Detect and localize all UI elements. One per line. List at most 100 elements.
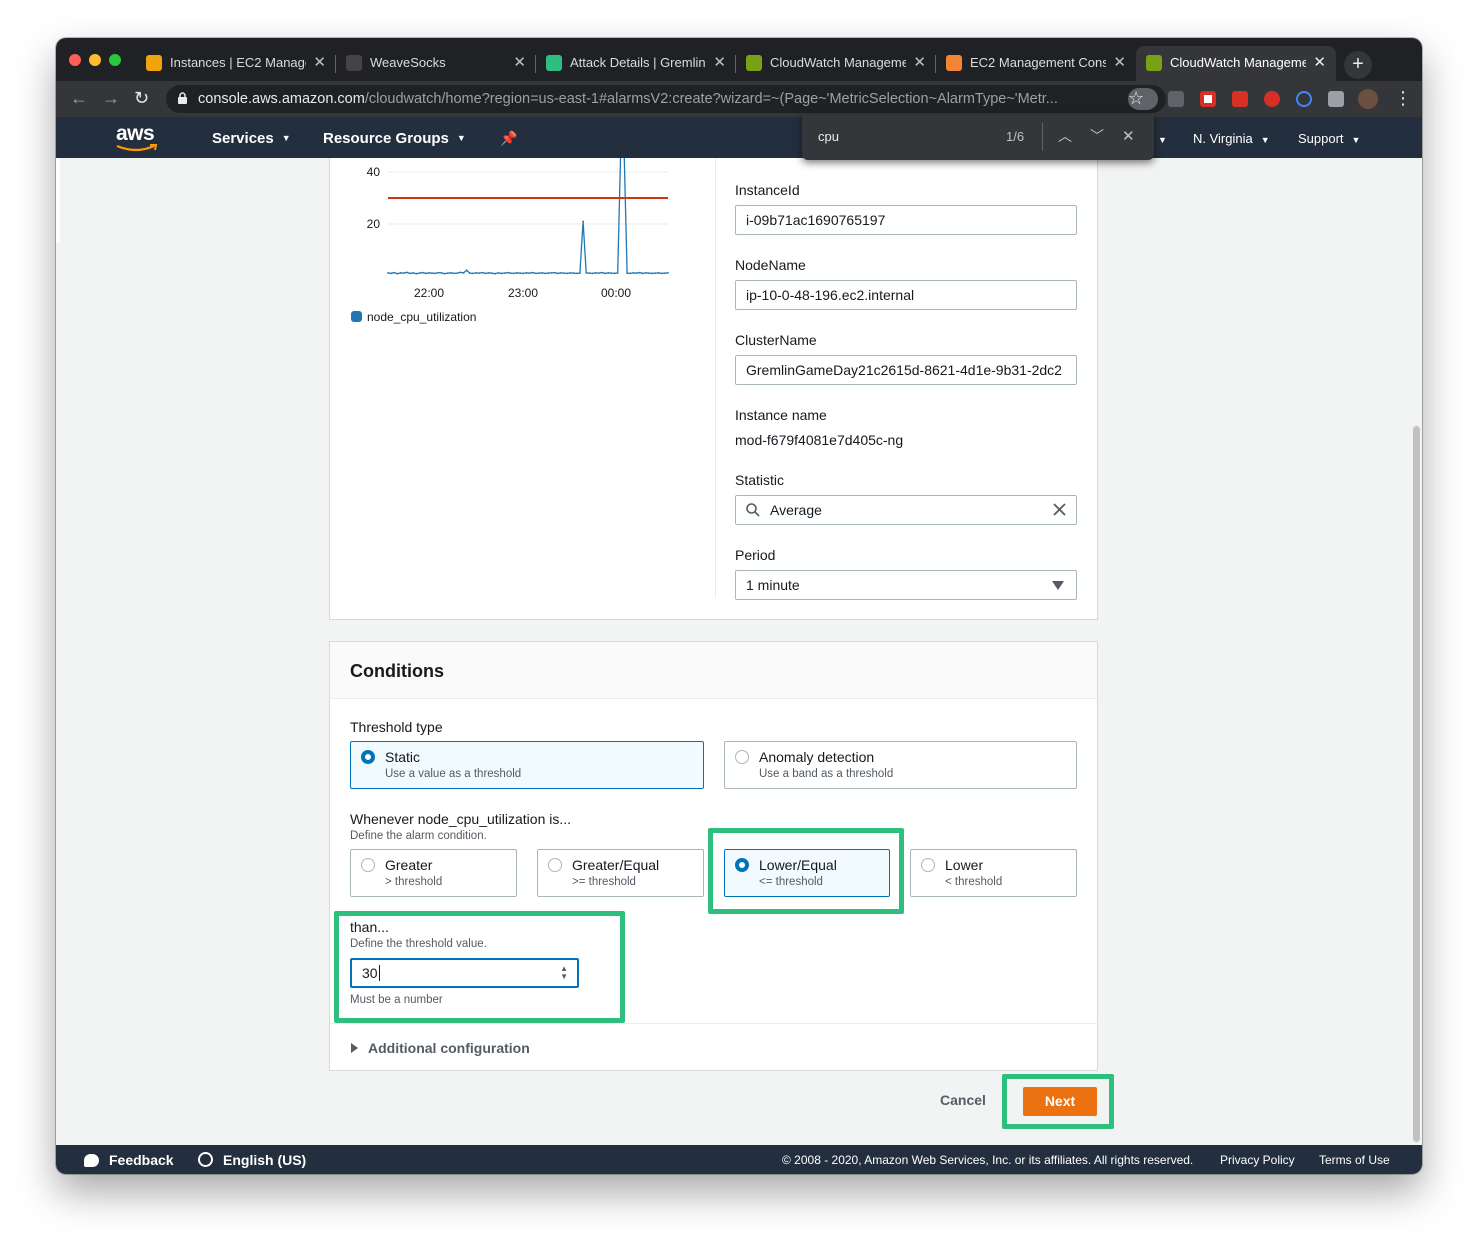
legend-swatch: [351, 311, 362, 322]
series-point: [626, 272, 628, 274]
static-desc: Use a value as a threshold: [385, 768, 522, 780]
back-icon[interactable]: ←: [70, 88, 88, 109]
additional-configuration-toggle[interactable]: Additional configuration: [330, 1023, 1097, 1070]
series-point: [437, 271, 440, 274]
close-tab-icon[interactable]: ✕: [913, 53, 926, 71]
weavesocks-sock-icon: [346, 55, 362, 71]
series-point: [531, 271, 534, 274]
new-tab-button[interactable]: +: [1344, 51, 1372, 79]
series-point: [654, 272, 657, 274]
close-tab-icon[interactable]: ✕: [513, 53, 526, 71]
close-tab-icon[interactable]: ✕: [713, 53, 726, 71]
chevron-down-icon: ▼: [1260, 135, 1270, 145]
speech-bubble-icon: [84, 1154, 99, 1167]
clustername-field[interactable]: GremlinGameDay21c2615d-8621-4d1e-9b31-2d…: [735, 355, 1077, 385]
scrollbar-thumb[interactable]: [1413, 426, 1420, 1142]
series-point: [635, 272, 638, 274]
threshold-type-anomaly[interactable]: Anomaly detection Use a band as a thresh…: [724, 741, 1077, 789]
browser-tab[interactable]: EC2 Management Console ✕: [936, 46, 1136, 81]
series-point: [575, 272, 578, 275]
series-point: [632, 272, 635, 274]
left-strip: [56, 158, 60, 243]
extension-icon[interactable]: [1264, 91, 1280, 107]
browser-tab[interactable]: WeaveSocks ✕: [336, 46, 536, 81]
series-point: [616, 272, 619, 274]
aws-logo[interactable]: aws: [116, 122, 155, 146]
extension-icon[interactable]: [1168, 91, 1184, 107]
minimize-window-button[interactable]: [89, 54, 101, 66]
pin-icon[interactable]: 📌: [500, 130, 517, 147]
extension-icon[interactable]: [1200, 91, 1216, 107]
x-tick-label: 23:00: [508, 286, 538, 300]
statistic-field[interactable]: Average: [735, 495, 1077, 525]
condition-greater[interactable]: Greater > threshold: [350, 849, 517, 897]
additional-configuration-label: Additional configuration: [368, 1040, 530, 1056]
feedback-link[interactable]: Feedback: [84, 1152, 174, 1168]
period-select[interactable]: 1 minute: [735, 570, 1077, 600]
radio-unselected: [735, 750, 749, 764]
radio-unselected: [921, 858, 935, 872]
chevron-down-icon[interactable]: ﹀: [1090, 126, 1104, 146]
browser-tab-active[interactable]: CloudWatch Management Console ✕: [1136, 46, 1336, 81]
condition-lower[interactable]: Lower < threshold: [910, 849, 1077, 897]
period-value: 1 minute: [746, 577, 800, 593]
series-point: [516, 272, 518, 274]
kebab-menu-icon[interactable]: ⋮: [1394, 88, 1412, 109]
address-bar[interactable]: console.aws.amazon.com/cloudwatch/home?r…: [166, 85, 1166, 113]
close-tab-icon[interactable]: ✕: [1113, 53, 1126, 71]
clear-icon[interactable]: [1052, 502, 1067, 517]
metric-panel: 20 40 22:00 23:00 00:00 node_cpu_utilization…: [329, 158, 1098, 620]
close-tab-icon[interactable]: ✕: [1313, 53, 1326, 71]
close-window-button[interactable]: [69, 54, 81, 66]
series-point: [465, 269, 468, 272]
close-tab-icon[interactable]: ✕: [313, 53, 326, 71]
reload-icon[interactable]: ↻: [134, 88, 149, 109]
support-label: Support: [1298, 131, 1344, 146]
series-point: [468, 272, 471, 274]
option-title: Greater: [385, 857, 433, 873]
cancel-button[interactable]: Cancel: [940, 1092, 986, 1108]
language-selector[interactable]: English (US): [198, 1152, 306, 1168]
terms-of-use-link[interactable]: Terms of Use: [1319, 1153, 1390, 1167]
chevron-down-icon[interactable]: ▼: [1158, 135, 1167, 145]
services-menu[interactable]: Services ▼: [212, 130, 291, 147]
instanceid-field[interactable]: i-09b71ac1690765197: [735, 205, 1077, 235]
find-input[interactable]: cpu: [818, 129, 839, 144]
browser-tab[interactable]: Instances | EC2 Management Console ✕: [136, 46, 336, 81]
static-title: Static: [385, 749, 421, 765]
maximize-window-button[interactable]: [109, 54, 121, 66]
search-icon: [746, 503, 760, 517]
condition-greater-equal[interactable]: Greater/Equal >= threshold: [537, 849, 704, 897]
chevron-up-icon[interactable]: ︿: [1058, 126, 1072, 146]
series-point: [431, 272, 433, 274]
puzzle-icon[interactable]: [1328, 91, 1344, 107]
series-point: [462, 272, 465, 274]
close-find-icon[interactable]: ✕: [1122, 127, 1135, 145]
browser-tab[interactable]: CloudWatch Management Console ✕: [736, 46, 936, 81]
resource-groups-menu[interactable]: Resource Groups ▼: [323, 130, 466, 147]
series-point: [588, 272, 591, 274]
bookmark-star-icon[interactable]: ☆: [1128, 88, 1144, 109]
extension-icon[interactable]: [1296, 91, 1312, 107]
forward-icon[interactable]: →: [102, 88, 120, 109]
resource-groups-label: Resource Groups: [323, 130, 449, 147]
extension-icon[interactable]: [1232, 91, 1248, 107]
chart-legend[interactable]: node_cpu_utilization: [351, 310, 476, 324]
browser-tab[interactable]: Attack Details | Gremlin ✕: [536, 46, 736, 81]
series-point: [572, 272, 575, 274]
series-point: [512, 272, 515, 275]
avatar[interactable]: [1358, 89, 1378, 109]
region-menu[interactable]: N. Virginia ▼: [1193, 131, 1270, 146]
caret-down-icon: [1052, 581, 1064, 590]
nodename-field[interactable]: ip-10-0-48-196.ec2.internal: [735, 280, 1077, 310]
series-point: [601, 271, 603, 274]
privacy-policy-link[interactable]: Privacy Policy: [1220, 1153, 1295, 1167]
support-menu[interactable]: Support ▼: [1298, 131, 1360, 146]
series-point: [541, 272, 544, 274]
statistic-value: Average: [770, 502, 822, 518]
radio-unselected: [548, 858, 562, 872]
threshold-type-static[interactable]: Static Use a value as a threshold: [350, 741, 704, 789]
series-point: [648, 272, 650, 274]
browser-window: Instances | EC2 Management Console ✕ Wea…: [56, 38, 1422, 1174]
gremlin-icon: [546, 55, 562, 71]
